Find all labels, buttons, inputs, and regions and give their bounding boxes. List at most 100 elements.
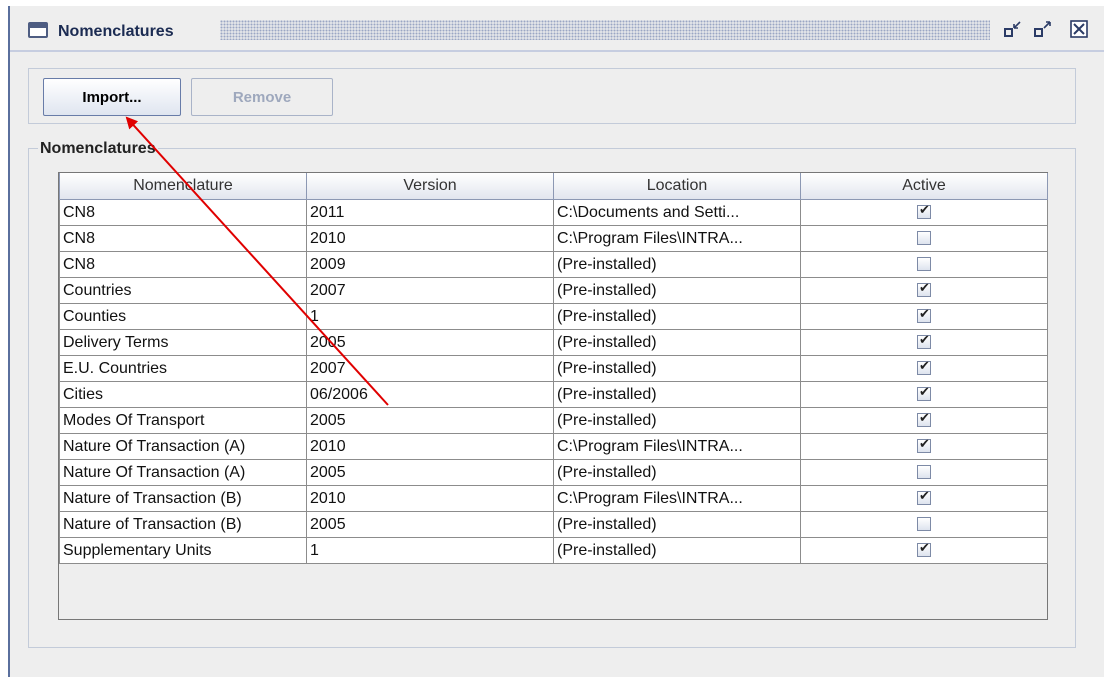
table-row[interactable]: Supplementary Units 1 (Pre-installed): [59, 537, 1048, 564]
table-row[interactable]: Cities 06/2006 (Pre-installed): [59, 381, 1048, 408]
cell-active[interactable]: [800, 433, 1048, 460]
cell-location[interactable]: (Pre-installed): [553, 355, 801, 382]
column-header-location[interactable]: Location: [553, 173, 801, 200]
cell-location[interactable]: (Pre-installed): [553, 459, 801, 486]
cell-nomenclature[interactable]: Nature of Transaction (B): [59, 485, 307, 512]
cell-active[interactable]: [800, 355, 1048, 382]
cell-nomenclature[interactable]: Modes Of Transport: [59, 407, 307, 434]
cell-nomenclature[interactable]: CN8: [59, 225, 307, 252]
table-row[interactable]: Countries 2007 (Pre-installed): [59, 277, 1048, 304]
table-row[interactable]: Modes Of Transport 2005 (Pre-installed): [59, 407, 1048, 434]
cell-active[interactable]: [800, 199, 1048, 226]
cell-version[interactable]: 2005: [306, 407, 554, 434]
cell-version[interactable]: 2007: [306, 277, 554, 304]
cell-location[interactable]: (Pre-installed): [553, 277, 801, 304]
active-checkbox[interactable]: [917, 333, 931, 350]
cell-nomenclature[interactable]: Cities: [59, 381, 307, 408]
cell-location[interactable]: (Pre-installed): [553, 407, 801, 434]
cell-nomenclature[interactable]: CN8: [59, 199, 307, 226]
group-label: Nomenclatures: [38, 140, 158, 158]
cell-version[interactable]: 2010: [306, 485, 554, 512]
remove-button[interactable]: Remove: [191, 78, 333, 116]
cell-nomenclature[interactable]: E.U. Countries: [59, 355, 307, 382]
active-checkbox[interactable]: [917, 437, 931, 454]
cell-location[interactable]: (Pre-installed): [553, 381, 801, 408]
table-row[interactable]: Nature Of Transaction (A) 2010 C:\Program …: [59, 433, 1048, 460]
cell-location[interactable]: (Pre-installed): [553, 511, 801, 538]
column-header-active[interactable]: Active: [800, 173, 1048, 200]
cell-version[interactable]: 2007: [306, 355, 554, 382]
cell-version[interactable]: 1: [306, 537, 554, 564]
cell-version[interactable]: 2010: [306, 225, 554, 252]
table-header-row: Nomenclature Version Location Active: [59, 173, 1048, 200]
cell-location[interactable]: C:\Program Files\INTRA...: [553, 433, 801, 460]
cell-version[interactable]: 2005: [306, 511, 554, 538]
maximize-icon[interactable]: [1032, 18, 1054, 40]
table-row[interactable]: E.U. Countries 2007 (Pre-installed): [59, 355, 1048, 382]
cell-nomenclature[interactable]: Supplementary Units: [59, 537, 307, 564]
cell-nomenclature[interactable]: Nature Of Transaction (A): [59, 433, 307, 460]
active-checkbox[interactable]: [917, 307, 931, 324]
cell-active[interactable]: [800, 459, 1048, 486]
cell-location[interactable]: C:\Program Files\INTRA...: [553, 225, 801, 252]
table-row[interactable]: CN8 2010 C:\Program Files\INTRA...: [59, 225, 1048, 252]
cell-active[interactable]: [800, 511, 1048, 538]
active-checkbox[interactable]: [917, 359, 931, 376]
table-row[interactable]: Nature of Transaction (B) 2005 (Pre-instal…: [59, 511, 1048, 538]
window-title: Nomenclatures: [58, 23, 174, 40]
cell-location[interactable]: (Pre-installed): [553, 251, 801, 278]
cell-version[interactable]: 2011: [306, 199, 554, 226]
close-icon[interactable]: [1068, 18, 1090, 40]
cell-active[interactable]: [800, 329, 1048, 356]
active-checkbox[interactable]: [917, 517, 931, 532]
title-bar-grip: [220, 20, 990, 40]
cell-nomenclature[interactable]: Countries: [59, 277, 307, 304]
window-icon: [28, 22, 48, 38]
title-bar[interactable]: Nomenclatures: [10, 6, 1104, 52]
active-checkbox[interactable]: [917, 203, 931, 220]
active-checkbox[interactable]: [917, 281, 931, 298]
table-row[interactable]: CN8 2011 C:\Documents and Setti...: [59, 199, 1048, 226]
cell-location[interactable]: C:\Program Files\INTRA...: [553, 485, 801, 512]
cell-location[interactable]: (Pre-installed): [553, 329, 801, 356]
cell-location[interactable]: (Pre-installed): [553, 537, 801, 564]
cell-nomenclature[interactable]: Nature of Transaction (B): [59, 511, 307, 538]
column-header-version[interactable]: Version: [306, 173, 554, 200]
column-header-nomenclature[interactable]: Nomenclature: [59, 173, 307, 200]
nomenclatures-table-scroll[interactable]: Nomenclature Version Location Active CN8…: [58, 172, 1048, 620]
cell-nomenclature[interactable]: Nature Of Transaction (A): [59, 459, 307, 486]
cell-version[interactable]: 2005: [306, 459, 554, 486]
minimize-icon[interactable]: [1002, 18, 1024, 40]
active-checkbox[interactable]: [917, 411, 931, 428]
cell-version[interactable]: 2010: [306, 433, 554, 460]
cell-active[interactable]: [800, 277, 1048, 304]
cell-active[interactable]: [800, 303, 1048, 330]
table-row[interactable]: Delivery Terms 2005 (Pre-installed): [59, 329, 1048, 356]
table-row[interactable]: Nature of Transaction (B) 2010 C:\Program …: [59, 485, 1048, 512]
cell-version[interactable]: 2009: [306, 251, 554, 278]
active-checkbox[interactable]: [917, 385, 931, 402]
active-checkbox[interactable]: [917, 489, 931, 506]
cell-active[interactable]: [800, 485, 1048, 512]
active-checkbox[interactable]: [917, 231, 931, 246]
table-row[interactable]: Counties 1 (Pre-installed): [59, 303, 1048, 330]
cell-nomenclature[interactable]: Counties: [59, 303, 307, 330]
cell-version[interactable]: 2005: [306, 329, 554, 356]
cell-nomenclature[interactable]: CN8: [59, 251, 307, 278]
import-button[interactable]: Import...: [43, 78, 181, 116]
cell-version[interactable]: 1: [306, 303, 554, 330]
cell-active[interactable]: [800, 225, 1048, 252]
table-row[interactable]: Nature Of Transaction (A) 2005 (Pre-instal…: [59, 459, 1048, 486]
cell-nomenclature[interactable]: Delivery Terms: [59, 329, 307, 356]
active-checkbox[interactable]: [917, 257, 931, 272]
table-row[interactable]: CN8 2009 (Pre-installed): [59, 251, 1048, 278]
cell-active[interactable]: [800, 537, 1048, 564]
cell-active[interactable]: [800, 381, 1048, 408]
active-checkbox[interactable]: [917, 465, 931, 480]
cell-active[interactable]: [800, 251, 1048, 278]
cell-version[interactable]: 06/2006: [306, 381, 554, 408]
cell-location[interactable]: (Pre-installed): [553, 303, 801, 330]
cell-active[interactable]: [800, 407, 1048, 434]
active-checkbox[interactable]: [917, 541, 931, 558]
cell-location[interactable]: C:\Documents and Setti...: [553, 199, 801, 226]
